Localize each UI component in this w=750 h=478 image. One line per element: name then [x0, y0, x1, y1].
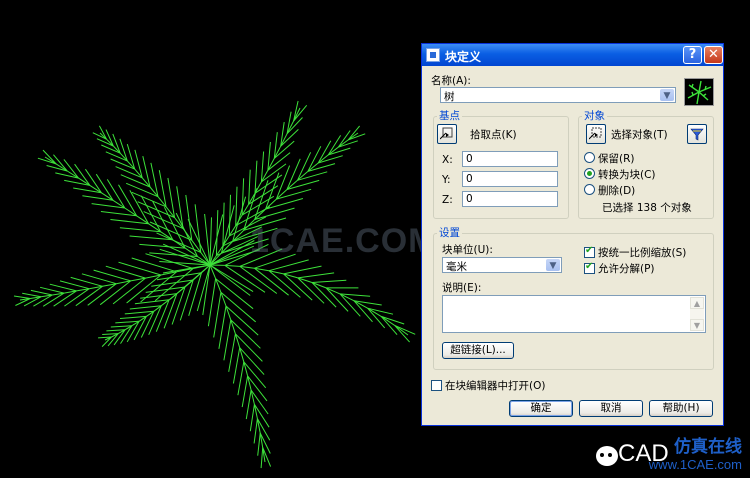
convert-to-block-radio[interactable] [584, 168, 595, 179]
x-label: X: [442, 154, 453, 166]
block-unit-value: 毫米 [446, 261, 467, 273]
dialog-title: 块定义 [445, 50, 482, 64]
open-in-editor-label: 在块编辑器中打开(O) [445, 380, 546, 392]
block-unit-label: 块单位(U): [442, 244, 493, 256]
description-label: 说明(E): [442, 282, 482, 294]
name-value: 树 [444, 91, 455, 103]
quick-select-button[interactable] [687, 124, 707, 144]
select-objects-button[interactable] [586, 124, 606, 144]
scroll-down-icon[interactable]: ▼ [690, 319, 704, 331]
retain-label: 保留(R) [598, 153, 635, 165]
app-icon [426, 48, 440, 62]
watermark-brand-url: www.1CAE.com [648, 457, 742, 472]
hyperlink-button[interactable]: 超链接(L)... [442, 342, 514, 359]
title-help-button[interactable]: ? [683, 46, 702, 64]
z-input[interactable]: 0 [462, 191, 558, 207]
watermark-brand-cn: 仿真在线 [674, 437, 742, 457]
description-scrollbar[interactable]: ▲ ▼ [690, 297, 704, 331]
uniform-scale-label: 按统一比例缩放(S) [598, 247, 687, 259]
tree-preview-icon [687, 80, 712, 105]
open-in-editor-checkbox[interactable] [431, 380, 442, 391]
settings-group-title: 设置 [437, 225, 462, 240]
pick-point-button[interactable] [437, 124, 457, 144]
watermark-brand: 仿真在线 www.1CAE.com [649, 432, 742, 472]
selected-count-text: 已选择 138 个对象 [602, 202, 692, 214]
select-objects-icon [589, 127, 602, 140]
pick-point-label: 拾取点(K) [470, 129, 517, 141]
delete-radio[interactable] [584, 184, 595, 195]
tree-block-drawing [13, 100, 416, 469]
block-unit-combobox[interactable]: 毫米 ▼ [442, 257, 562, 273]
scroll-up-icon[interactable]: ▲ [690, 297, 704, 309]
y-input[interactable]: 0 [462, 171, 558, 187]
y-label: Y: [442, 174, 451, 186]
allow-explode-label: 允许分解(P) [598, 263, 655, 275]
chevron-down-icon[interactable]: ▼ [660, 89, 674, 101]
description-textarea[interactable]: ▲ ▼ [442, 295, 706, 333]
dialog-titlebar[interactable]: 块定义 ? ✕ [422, 44, 723, 66]
delete-label: 删除(D) [598, 185, 636, 197]
select-objects-label: 选择对象(T) [611, 129, 668, 141]
cancel-button[interactable]: 取消 [579, 400, 643, 417]
funnel-icon [690, 128, 704, 141]
block-definition-dialog: 块定义 ? ✕ 名称(A): 树 ▼ 基点 拾取点(K) X: 0 Y: 0 Z… [421, 43, 724, 426]
objects-group-title: 对象 [582, 108, 607, 123]
convert-to-block-label: 转换为块(C) [598, 169, 656, 181]
block-preview [684, 78, 714, 106]
pick-point-icon [440, 127, 453, 140]
allow-explode-checkbox[interactable] [584, 261, 595, 274]
title-close-button[interactable]: ✕ [704, 46, 723, 64]
retain-radio[interactable] [584, 152, 595, 163]
x-input[interactable]: 0 [462, 151, 558, 167]
name-combobox[interactable]: 树 ▼ [440, 87, 676, 103]
z-label: Z: [442, 194, 453, 206]
ok-button[interactable]: 确定 [509, 400, 573, 417]
name-label: 名称(A): [431, 75, 471, 87]
watermark-text: 1CAE.COM [250, 222, 438, 260]
help-button[interactable]: 帮助(H) [649, 400, 713, 417]
uniform-scale-checkbox[interactable] [584, 245, 595, 258]
wechat-logo-icon [596, 446, 618, 466]
chevron-down-icon[interactable]: ▼ [546, 259, 560, 271]
base-point-group-title: 基点 [437, 108, 462, 123]
